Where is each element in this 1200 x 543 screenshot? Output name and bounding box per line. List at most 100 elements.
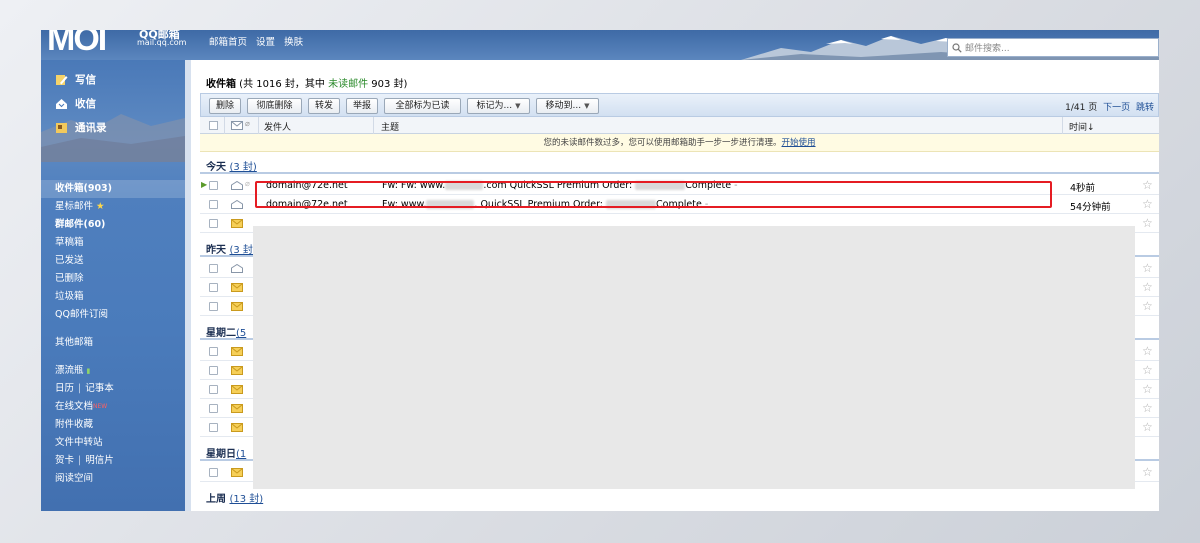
- group-count-link[interactable]: (3 封): [229, 162, 256, 173]
- column-sender[interactable]: 发件人: [264, 120, 291, 133]
- email-checkbox[interactable]: [209, 366, 218, 375]
- envelope-unread-icon: [231, 219, 243, 228]
- star-toggle-icon[interactable]: ☆: [1142, 420, 1153, 434]
- online-docs-link[interactable]: 在线文档NEW: [41, 398, 185, 416]
- group-label: 星期日: [206, 449, 236, 460]
- folder-subscriptions[interactable]: QQ邮件订阅: [41, 306, 185, 324]
- column-time[interactable]: 时间↓: [1069, 120, 1095, 133]
- forward-button[interactable]: 转发: [308, 98, 340, 114]
- file-transfer-link[interactable]: 文件中转站: [41, 434, 185, 452]
- email-checkbox[interactable]: [209, 181, 218, 190]
- next-page-link[interactable]: 下一页: [1103, 103, 1130, 113]
- receive-mail-button[interactable]: 收信: [55, 96, 96, 111]
- folder-sent[interactable]: 已发送: [41, 252, 185, 270]
- unread-count: 903 封): [368, 79, 408, 90]
- folder-group-mail[interactable]: 群邮件(60): [41, 216, 185, 234]
- nav-skin-link[interactable]: 换肤: [284, 37, 303, 48]
- mail-search-input[interactable]: 邮件搜索...: [947, 38, 1159, 57]
- qqmail-logo[interactable]: MOI: [47, 30, 107, 59]
- read-status-column-icon: [231, 121, 243, 130]
- email-checkbox[interactable]: [209, 219, 218, 228]
- email-checkbox[interactable]: [209, 283, 218, 292]
- write-mail-button[interactable]: 写信: [55, 72, 96, 87]
- mark-all-read-button[interactable]: 全部标为已读: [384, 98, 461, 114]
- email-checkbox[interactable]: [209, 347, 218, 356]
- contacts-button[interactable]: 通讯录: [55, 120, 107, 135]
- mark-as-dropdown[interactable]: 标记为... ▼: [467, 98, 530, 114]
- delete-button[interactable]: 删除: [209, 98, 241, 114]
- email-checkbox[interactable]: [209, 423, 218, 432]
- unread-label[interactable]: 未读邮件: [328, 79, 368, 90]
- group-count-link[interactable]: (13 封): [229, 494, 263, 505]
- chevron-down-icon: ▼: [584, 102, 590, 110]
- folder-deleted[interactable]: 已删除: [41, 270, 185, 288]
- group-label: 星期二: [206, 328, 236, 339]
- folder-inbox[interactable]: 收件箱(903): [41, 180, 185, 198]
- group-count-link[interactable]: (1: [236, 449, 246, 460]
- folder-starred-label: 星标邮件: [55, 201, 94, 212]
- inbox-tray-icon: [56, 98, 67, 109]
- drift-bottle-link[interactable]: 漂流瓶 ▮: [41, 362, 185, 380]
- folder-junk[interactable]: 垃圾箱: [41, 288, 185, 306]
- email-checkbox[interactable]: [209, 468, 218, 477]
- notes-link[interactable]: 记事本: [85, 383, 114, 394]
- star-toggle-icon[interactable]: ☆: [1142, 299, 1153, 313]
- calendar-link[interactable]: 日历: [55, 383, 74, 394]
- star-toggle-icon[interactable]: ☆: [1142, 261, 1153, 275]
- attachments-link[interactable]: 附件收藏: [41, 416, 185, 434]
- star-toggle-icon[interactable]: ☆: [1142, 382, 1153, 396]
- nav-home-link[interactable]: 邮箱首页: [209, 37, 247, 48]
- other-mailboxes-link[interactable]: 其他邮箱: [41, 334, 185, 352]
- envelope-read-icon: [231, 200, 243, 209]
- date-group-today: 今天 (3 封): [200, 152, 1159, 174]
- mail-window: MOI QQ邮箱 mail.qq.com 邮箱首页 设置 换肤 邮件搜索... …: [41, 30, 1159, 511]
- contacts-label: 通讯录: [75, 122, 107, 134]
- search-placeholder: 邮件搜索...: [965, 44, 1010, 54]
- page-indicator: 1/41 页: [1065, 103, 1098, 113]
- folder-list: 收件箱(903) 星标邮件 ★ 群邮件(60) 草稿箱 已发送 已删除 垃圾箱 …: [41, 180, 185, 488]
- email-time: 4秒前: [1070, 183, 1096, 194]
- reading-space-link[interactable]: 阅读空间: [41, 470, 185, 488]
- nav-settings-link[interactable]: 设置: [256, 37, 275, 48]
- email-checkbox[interactable]: [209, 385, 218, 394]
- star-toggle-icon[interactable]: ☆: [1142, 178, 1153, 192]
- envelope-unread-icon: [231, 283, 243, 292]
- folder-starred[interactable]: 星标邮件 ★: [41, 198, 185, 216]
- group-label: 昨天: [206, 245, 226, 256]
- star-toggle-icon[interactable]: ☆: [1142, 363, 1153, 377]
- group-count-link[interactable]: (5: [236, 328, 246, 339]
- email-checkbox[interactable]: [209, 200, 218, 209]
- permanent-delete-button[interactable]: 彻底删除: [247, 98, 302, 114]
- mail-list-panel: 收件箱 (共 1016 封，其中 未读邮件 903 封) 删除 彻底删除 转发 …: [185, 60, 1159, 511]
- online-docs-label: 在线文档: [55, 401, 94, 412]
- star-toggle-icon[interactable]: ☆: [1142, 344, 1153, 358]
- star-toggle-icon[interactable]: ☆: [1142, 401, 1153, 415]
- envelope-unread-icon: [231, 404, 243, 413]
- write-mail-label: 写信: [75, 74, 96, 86]
- email-checkbox[interactable]: [209, 264, 218, 273]
- star-toggle-icon[interactable]: ☆: [1142, 216, 1153, 230]
- envelope-read-icon: [231, 264, 243, 273]
- email-time: 54分钟前: [1070, 202, 1111, 213]
- jump-link[interactable]: 跳转: [1136, 103, 1154, 113]
- star-toggle-icon[interactable]: ☆: [1142, 197, 1153, 211]
- group-label: 今天: [206, 162, 226, 173]
- column-subject[interactable]: 主题: [381, 120, 399, 133]
- report-button[interactable]: 举报: [346, 98, 378, 114]
- folder-drafts[interactable]: 草稿箱: [41, 234, 185, 252]
- email-checkbox[interactable]: [209, 404, 218, 413]
- star-toggle-icon[interactable]: ☆: [1142, 280, 1153, 294]
- postcard-link[interactable]: 明信片: [85, 455, 114, 466]
- pagination: 1/41 页 下一页 跳转: [1065, 100, 1154, 113]
- email-checkbox[interactable]: [209, 302, 218, 311]
- cleanup-notice-text: 您的未读邮件数过多，您可以使用邮箱助手一步一步进行清理。: [543, 138, 782, 148]
- star-toggle-icon[interactable]: ☆: [1142, 465, 1153, 479]
- move-to-dropdown[interactable]: 移动到... ▼: [536, 98, 599, 114]
- star-icon: ★: [96, 201, 105, 212]
- greeting-card-link[interactable]: 贺卡: [55, 455, 74, 466]
- group-label: 上周: [206, 494, 226, 505]
- select-all-checkbox[interactable]: [209, 121, 218, 130]
- inbox-total-count: (共 1016 封，其中: [236, 79, 329, 90]
- start-cleanup-link[interactable]: 开始使用: [782, 138, 816, 148]
- drift-bottle-label: 漂流瓶: [55, 365, 84, 376]
